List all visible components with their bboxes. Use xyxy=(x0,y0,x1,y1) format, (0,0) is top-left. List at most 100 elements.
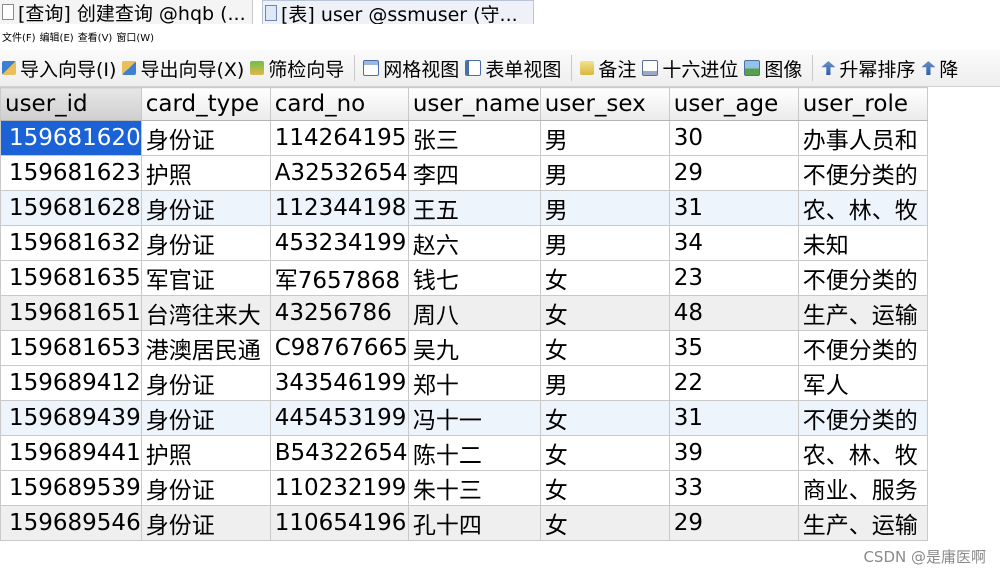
table-cell[interactable]: 445453199 xyxy=(269,400,409,436)
table-cell[interactable]: 钱七 xyxy=(407,260,541,296)
table-cell[interactable]: 159689441 xyxy=(0,435,142,471)
table-cell[interactable]: 159681653 xyxy=(0,330,142,366)
table-cell[interactable]: 男 xyxy=(539,120,670,156)
table-row[interactable]: 159681628 身份证 112344198 王五 男 31 农、林、牧 xyxy=(0,190,928,226)
table-cell[interactable]: 159689539 xyxy=(0,470,142,506)
table-cell[interactable]: 35 xyxy=(668,330,799,366)
table-cell[interactable]: 护照 xyxy=(140,155,271,191)
table-cell[interactable]: 不便分类的 xyxy=(797,330,928,366)
table-row[interactable]: 159681635 军官证 军7657868 钱七 女 23 不便分类的 xyxy=(0,260,928,296)
table-cell[interactable]: 军人 xyxy=(797,365,928,401)
table-cell[interactable]: 110232199 xyxy=(269,470,409,506)
filter-wizard-button[interactable]: 筛检向导 xyxy=(248,53,348,83)
table-cell[interactable]: 农、林、牧 xyxy=(797,190,928,226)
table-cell[interactable]: 朱十三 xyxy=(407,470,541,506)
menu-edit[interactable]: 编辑(E) xyxy=(38,29,76,44)
table-cell-selected[interactable]: 159681620 xyxy=(0,120,142,156)
table-cell[interactable]: 不便分类的 xyxy=(797,260,928,296)
table-cell[interactable]: 护照 xyxy=(140,435,271,471)
grid-view-button[interactable]: 网格视图 xyxy=(361,53,463,83)
table-cell[interactable]: 陈十二 xyxy=(407,435,541,471)
table-cell[interactable]: 112344198 xyxy=(269,190,409,226)
table-row[interactable]: 159681632 身份证 453234199 赵六 男 34 未知 xyxy=(0,225,928,261)
tab-table-user[interactable]: [表] user @ssmuser (守... xyxy=(262,0,534,24)
table-cell[interactable]: 34 xyxy=(668,225,799,261)
sort-descending-button[interactable]: 降 xyxy=(919,53,962,83)
table-row[interactable]: 159689439 身份证 445453199 冯十一 女 31 不便分类的 xyxy=(0,400,928,436)
memo-button[interactable]: 备注 xyxy=(578,53,640,83)
table-cell[interactable]: 43256786 xyxy=(269,295,409,331)
table-row[interactable]: 159681651 台湾往来大 43256786 周八 女 48 生产、运输 xyxy=(0,295,928,331)
column-header-user-role[interactable]: user_role xyxy=(797,87,928,121)
table-cell[interactable]: 29 xyxy=(668,155,799,191)
table-cell[interactable]: 未知 xyxy=(797,225,928,261)
column-header-card-no[interactable]: card_no xyxy=(269,87,409,121)
table-cell[interactable]: 不便分类的 xyxy=(797,155,928,191)
table-cell[interactable]: 女 xyxy=(539,330,670,366)
table-cell[interactable]: 女 xyxy=(539,400,670,436)
column-header-user-sex[interactable]: user_sex xyxy=(539,87,670,121)
table-cell[interactable]: 军7657868 xyxy=(269,260,409,296)
table-cell[interactable]: 30 xyxy=(668,120,799,156)
table-cell[interactable]: 吴九 xyxy=(407,330,541,366)
table-cell[interactable]: 身份证 xyxy=(140,365,271,401)
table-cell[interactable]: 男 xyxy=(539,155,670,191)
table-row[interactable]: 159689412 身份证 343546199 郑十 男 22 军人 xyxy=(0,365,928,401)
image-button[interactable]: 图像 xyxy=(742,53,806,83)
table-cell[interactable]: 女 xyxy=(539,260,670,296)
table-cell[interactable]: 159681623 xyxy=(0,155,142,191)
table-cell[interactable]: 343546199 xyxy=(269,365,409,401)
table-cell[interactable]: 159689546 xyxy=(0,505,142,541)
table-cell[interactable]: 110654196 xyxy=(269,505,409,541)
table-cell[interactable]: 不便分类的 xyxy=(797,400,928,436)
table-cell[interactable]: 身份证 xyxy=(140,120,271,156)
table-cell[interactable]: 周八 xyxy=(407,295,541,331)
table-cell[interactable]: 159681635 xyxy=(0,260,142,296)
table-row[interactable]: 159689441 护照 B54322654 陈十二 女 39 农、林、牧 xyxy=(0,435,928,471)
table-cell[interactable]: 台湾往来大 xyxy=(140,295,271,331)
menu-view[interactable]: 查看(V) xyxy=(76,29,115,44)
table-cell[interactable]: 159689439 xyxy=(0,400,142,436)
table-cell[interactable]: 身份证 xyxy=(140,190,271,226)
table-cell[interactable]: 军官证 xyxy=(140,260,271,296)
table-cell[interactable]: 22 xyxy=(668,365,799,401)
table-row[interactable]: 159681620 身份证 114264195 张三 男 30 办事人员和 xyxy=(0,120,928,156)
menu-window[interactable]: 窗口(W) xyxy=(114,29,156,44)
form-view-button[interactable]: 表单视图 xyxy=(463,53,565,83)
table-cell[interactable]: 王五 xyxy=(407,190,541,226)
table-cell[interactable]: 159681628 xyxy=(0,190,142,226)
table-cell[interactable]: 女 xyxy=(539,470,670,506)
table-cell[interactable]: 冯十一 xyxy=(407,400,541,436)
table-cell[interactable]: 男 xyxy=(539,225,670,261)
menu-file[interactable]: 文件(F) xyxy=(0,29,38,44)
table-cell[interactable]: 身份证 xyxy=(140,225,271,261)
table-cell[interactable]: 男 xyxy=(539,190,670,226)
table-cell[interactable]: 办事人员和 xyxy=(797,120,928,156)
table-cell[interactable]: 赵六 xyxy=(407,225,541,261)
table-row[interactable]: 159689539 身份证 110232199 朱十三 女 33 商业、服务 xyxy=(0,470,928,506)
sort-ascending-button[interactable]: 升幂排序 xyxy=(819,53,919,83)
table-cell[interactable]: 女 xyxy=(539,435,670,471)
column-header-user-id[interactable]: user_id xyxy=(0,87,142,121)
table-cell[interactable]: 159689412 xyxy=(0,365,142,401)
column-header-card-type[interactable]: card_type xyxy=(140,87,271,121)
table-cell[interactable]: 39 xyxy=(668,435,799,471)
table-cell[interactable]: 郑十 xyxy=(407,365,541,401)
table-cell[interactable]: 生产、运输 xyxy=(797,505,928,541)
table-cell[interactable]: 身份证 xyxy=(140,470,271,506)
table-cell[interactable]: 港澳居民通 xyxy=(140,330,271,366)
table-cell[interactable]: 孔十四 xyxy=(407,505,541,541)
table-cell[interactable]: 159681632 xyxy=(0,225,142,261)
table-cell[interactable]: 23 xyxy=(668,260,799,296)
table-cell[interactable]: A32532654 xyxy=(269,155,409,191)
table-cell[interactable]: 114264195 xyxy=(269,120,409,156)
table-cell[interactable]: 33 xyxy=(668,470,799,506)
table-cell[interactable]: 李四 xyxy=(407,155,541,191)
table-cell[interactable]: 男 xyxy=(539,365,670,401)
table-cell[interactable]: 身份证 xyxy=(140,400,271,436)
table-cell[interactable]: 159681651 xyxy=(0,295,142,331)
export-wizard-button[interactable]: 导出向导(X) xyxy=(120,53,248,83)
table-cell[interactable]: 453234199 xyxy=(269,225,409,261)
table-cell[interactable]: B54322654 xyxy=(269,435,409,471)
table-cell[interactable]: 生产、运输 xyxy=(797,295,928,331)
